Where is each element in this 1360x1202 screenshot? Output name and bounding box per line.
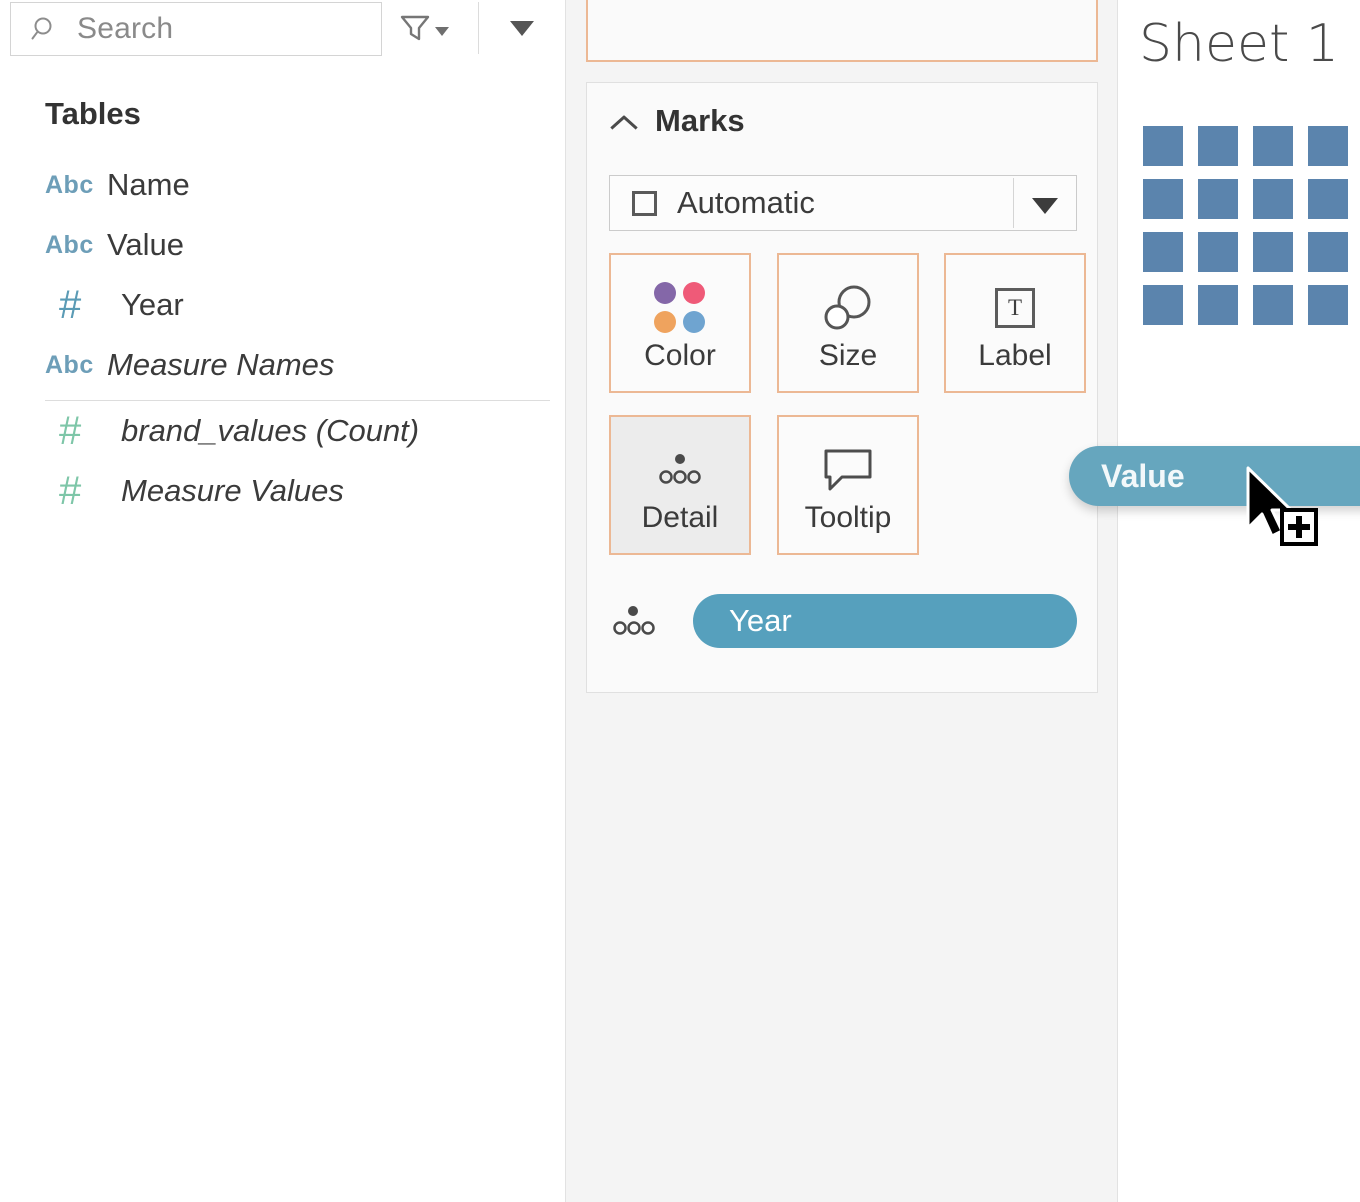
fields-divider bbox=[45, 400, 550, 401]
mark-square[interactable] bbox=[1253, 126, 1293, 166]
pill-year[interactable]: Year bbox=[693, 594, 1077, 648]
hash-icon: # bbox=[59, 468, 82, 513]
mark-square[interactable] bbox=[1308, 179, 1348, 219]
mark-square[interactable] bbox=[1253, 285, 1293, 325]
field-label: Measure Values bbox=[121, 473, 344, 508]
mark-square[interactable] bbox=[1308, 285, 1348, 325]
hash-icon: # bbox=[59, 408, 82, 453]
field-label: brand_values (Count) bbox=[121, 413, 420, 448]
abc-icon: Abc bbox=[45, 230, 94, 259]
chevron-down-icon bbox=[435, 26, 449, 36]
mark-type-label: Automatic bbox=[677, 185, 815, 220]
field-label: Name bbox=[107, 167, 190, 202]
search-input[interactable]: Search bbox=[10, 2, 382, 56]
marks-tooltip-label: Tooltip bbox=[804, 501, 892, 534]
drag-ghost-pill-label: Value bbox=[1101, 457, 1185, 494]
hash-icon: # bbox=[59, 282, 82, 327]
mark-square[interactable] bbox=[1198, 232, 1238, 272]
field-label: Year bbox=[121, 287, 184, 322]
mark-square[interactable] bbox=[1253, 179, 1293, 219]
marks-size-button[interactable]: Size bbox=[777, 253, 919, 393]
field-row-measure-names[interactable]: Abc Measure Names bbox=[45, 338, 545, 392]
speech-bubble-icon bbox=[822, 441, 874, 499]
detail-dots-icon bbox=[652, 441, 708, 499]
marks-label-button[interactable]: T Label bbox=[944, 253, 1086, 393]
text-label-icon: T bbox=[995, 279, 1035, 337]
data-pane-menu-button[interactable] bbox=[498, 3, 546, 53]
field-row-measure-values[interactable]: # Measure Values bbox=[45, 464, 545, 518]
arrow-cursor-with-plus-icon bbox=[1246, 466, 1318, 546]
mark-square[interactable] bbox=[1198, 179, 1238, 219]
tableau-worksheet: Search Tables Abc Name Abc Value # Year … bbox=[0, 0, 1360, 1202]
marks-detail-label: Detail bbox=[641, 501, 719, 534]
shelf-pane: Marks Automatic Color Size T Label Detai… bbox=[565, 0, 1360, 1202]
mark-square[interactable] bbox=[1198, 285, 1238, 325]
dropdown-divider bbox=[1013, 178, 1014, 228]
marks-card-title: Marks bbox=[655, 103, 745, 138]
marks-detail-button[interactable]: Detail bbox=[609, 415, 751, 555]
marks-tooltip-button[interactable]: Tooltip bbox=[777, 415, 919, 555]
tables-section-heading: Tables bbox=[45, 96, 141, 131]
data-pane: Search Tables Abc Name Abc Value # Year … bbox=[0, 0, 564, 1202]
chevron-down-icon bbox=[1032, 198, 1058, 214]
mark-square[interactable] bbox=[1143, 179, 1183, 219]
mark-square[interactable] bbox=[1198, 126, 1238, 166]
field-label: Value bbox=[107, 227, 184, 262]
pill-year-label: Year bbox=[729, 603, 792, 638]
field-row-value[interactable]: Abc Value bbox=[45, 218, 545, 272]
marks-color-button[interactable]: Color bbox=[609, 253, 751, 393]
data-pane-toolbar: Search bbox=[0, 0, 564, 58]
mark-square[interactable] bbox=[1143, 232, 1183, 272]
marks-card: Marks Automatic Color Size T Label Detai… bbox=[586, 82, 1098, 693]
funnel-icon bbox=[400, 15, 430, 41]
worksheet-view-pane: Sheet 1 bbox=[1119, 0, 1360, 1202]
marks-card-header[interactable]: Marks bbox=[609, 103, 745, 139]
mark-square[interactable] bbox=[1308, 232, 1348, 272]
chevron-up-icon[interactable] bbox=[609, 110, 639, 132]
marks-label-label: Label bbox=[978, 339, 1052, 372]
detail-dots-icon bbox=[613, 606, 655, 635]
search-icon bbox=[31, 17, 52, 40]
mark-square[interactable] bbox=[1143, 285, 1183, 325]
marks-size-label: Size bbox=[818, 339, 878, 372]
mark-type-dropdown[interactable]: Automatic bbox=[609, 175, 1077, 231]
toolbar-divider bbox=[478, 2, 479, 54]
mark-square[interactable] bbox=[1143, 126, 1183, 166]
mark-grid bbox=[1143, 126, 1360, 325]
field-row-brand-values-count[interactable]: # brand_values (Count) bbox=[45, 404, 545, 458]
marks-pill-row: Year bbox=[609, 591, 1077, 651]
search-placeholder-text: Search bbox=[77, 12, 174, 45]
field-row-name[interactable]: Abc Name bbox=[45, 158, 545, 212]
filter-fields-button[interactable] bbox=[398, 3, 460, 53]
sheet-title: Sheet 1 bbox=[1139, 14, 1339, 74]
abc-icon: Abc bbox=[45, 170, 94, 199]
size-circles-icon bbox=[820, 279, 876, 337]
field-row-year[interactable]: # Year bbox=[45, 278, 545, 332]
marks-color-label: Color bbox=[644, 339, 716, 372]
mark-square[interactable] bbox=[1308, 126, 1348, 166]
chevron-down-icon bbox=[510, 20, 534, 36]
mark-square[interactable] bbox=[1253, 232, 1293, 272]
square-outline-icon bbox=[632, 190, 657, 216]
field-label: Measure Names bbox=[107, 347, 335, 382]
filters-shelf[interactable] bbox=[586, 0, 1098, 62]
abc-icon: Abc bbox=[45, 350, 94, 379]
color-dots-icon bbox=[654, 279, 706, 337]
